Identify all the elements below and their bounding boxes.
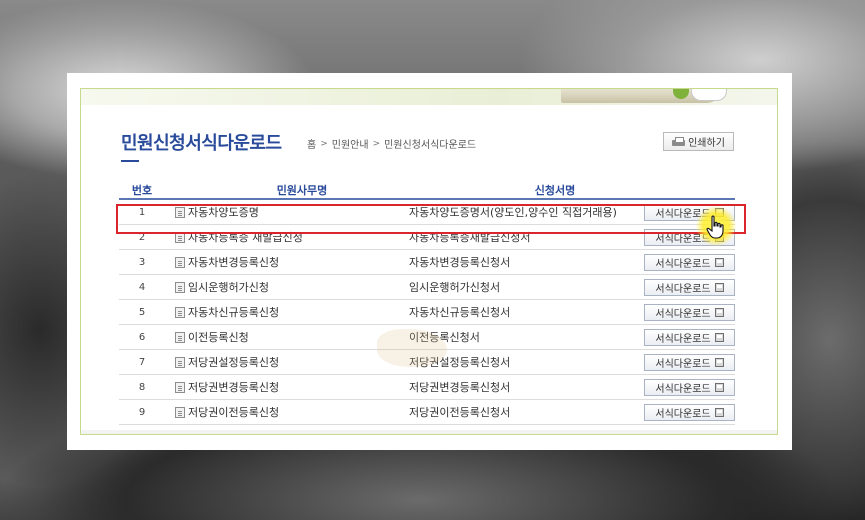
chevron-right-icon: > [320,138,328,149]
row-form: 이전등록신청서 [409,331,480,344]
download-button[interactable]: 서식다운로드 [644,328,735,346]
table-row: 4 임시운행허가신청 임시운행허가신청서 서식다운로드 [119,275,735,300]
document-icon [175,256,185,268]
download-label: 서식다운로드 [655,308,711,320]
office-name: 자동차신규등록신청 [188,306,280,319]
print-button[interactable]: 인쇄하기 [663,132,734,151]
row-office: 저당권이전등록신청 [165,404,409,420]
save-disk-icon [714,332,724,342]
download-button[interactable]: 서식다운로드 [644,353,735,371]
breadcrumb-home[interactable]: 홈 [307,136,316,151]
document-icon [175,381,185,393]
hand-cursor-icon [706,215,724,239]
document-icon [175,356,185,368]
row-office: 자동차신규등록신청 [165,304,409,320]
breadcrumb-level2: 민원신청서식다운로드 [384,140,477,151]
table-row: 7 저당권설정등록신청 저당권설정등록신청서 서식다운로드 [119,350,735,375]
row-number: 3 [138,256,146,268]
save-disk-icon [714,307,724,317]
download-label: 서식다운로드 [655,383,711,395]
title-underline [121,160,139,162]
row-form: 저당권이전등록신청서 [409,406,511,419]
row-form: 자동차신규등록신청서 [409,306,511,319]
row-number: 4 [138,281,146,293]
page-title: 민원신청서식다운로드 [121,133,282,154]
breadcrumb-level1[interactable]: 민원안내 [332,136,369,151]
download-label: 서식다운로드 [655,333,711,345]
highlight-annotation-box [116,204,746,234]
download-button[interactable]: 서식다운로드 [644,253,735,271]
download-button[interactable]: 서식다운로드 [644,403,735,421]
header-form: 신청서명 [534,183,576,197]
download-button[interactable]: 서식다운로드 [644,303,735,321]
header-office: 민원사무명 [276,183,328,197]
content-panel: 민원신청서식다운로드 홈 > 민원안내 > 민원신청서식다운로드 인쇄하기 번호… [80,88,778,435]
table-row: 3 자동차변경등록신청 자동차변경등록신청서 서식다운로드 [119,250,735,275]
office-name: 자동차변경등록신청 [188,256,280,269]
row-number: 8 [138,381,146,393]
document-icon [175,281,185,293]
save-disk-icon [714,407,724,417]
panel-bottom-border [81,430,777,434]
breadcrumb: 홈 > 민원안내 > 민원신청서식다운로드 [307,136,477,152]
row-form: 임시운행허가신청서 [409,281,501,294]
print-label: 인쇄하기 [688,138,725,149]
table-row: 9 저당권이전등록신청 저당권이전등록신청서 서식다운로드 [119,400,735,425]
download-button[interactable]: 서식다운로드 [644,278,735,296]
row-office: 저당권설정등록신청 [165,354,409,370]
row-number: 7 [138,356,146,368]
document-icon [175,306,185,318]
office-name: 임시운행허가신청 [188,281,269,294]
document-icon [175,331,185,343]
save-disk-icon [714,257,724,267]
table-row: 5 자동차신규등록신청 자동차신규등록신청서 서식다운로드 [119,300,735,325]
office-name: 이전등록신청 [188,331,249,344]
table-header: 번호 민원사무명 신청서명 [119,181,735,200]
document-icon [175,406,185,418]
chevron-right-icon: > [372,138,381,149]
cup-decoration [691,89,727,101]
download-label: 서식다운로드 [655,283,711,295]
table-row: 8 저당권변경등록신청 저당권변경등록신청서 서식다운로드 [119,375,735,400]
download-label: 서식다운로드 [655,408,711,420]
table-row: 6 이전등록신청 이전등록신청서 서식다운로드 [119,325,735,350]
header-number: 번호 [131,183,153,197]
printer-icon [672,136,686,147]
row-number: 6 [138,331,146,343]
office-name: 저당권이전등록신청 [188,406,280,419]
office-name: 저당권변경등록신청 [188,381,280,394]
office-name: 저당권설정등록신청 [188,356,280,369]
row-office: 임시운행허가신청 [165,279,409,295]
save-disk-icon [714,382,724,392]
row-form: 저당권변경등록신청서 [409,381,511,394]
row-number: 5 [138,306,146,318]
save-disk-icon [714,282,724,292]
row-office: 저당권변경등록신청 [165,379,409,395]
row-office: 자동차변경등록신청 [165,254,409,270]
save-disk-icon [714,357,724,367]
download-button[interactable]: 서식다운로드 [644,378,735,396]
row-form: 자동차변경등록신청서 [409,256,511,269]
row-number: 9 [138,406,146,418]
row-form: 저당권설정등록신청서 [409,356,511,369]
download-label: 서식다운로드 [655,258,711,270]
download-label: 서식다운로드 [655,358,711,370]
row-office: 이전등록신청 [165,329,409,345]
